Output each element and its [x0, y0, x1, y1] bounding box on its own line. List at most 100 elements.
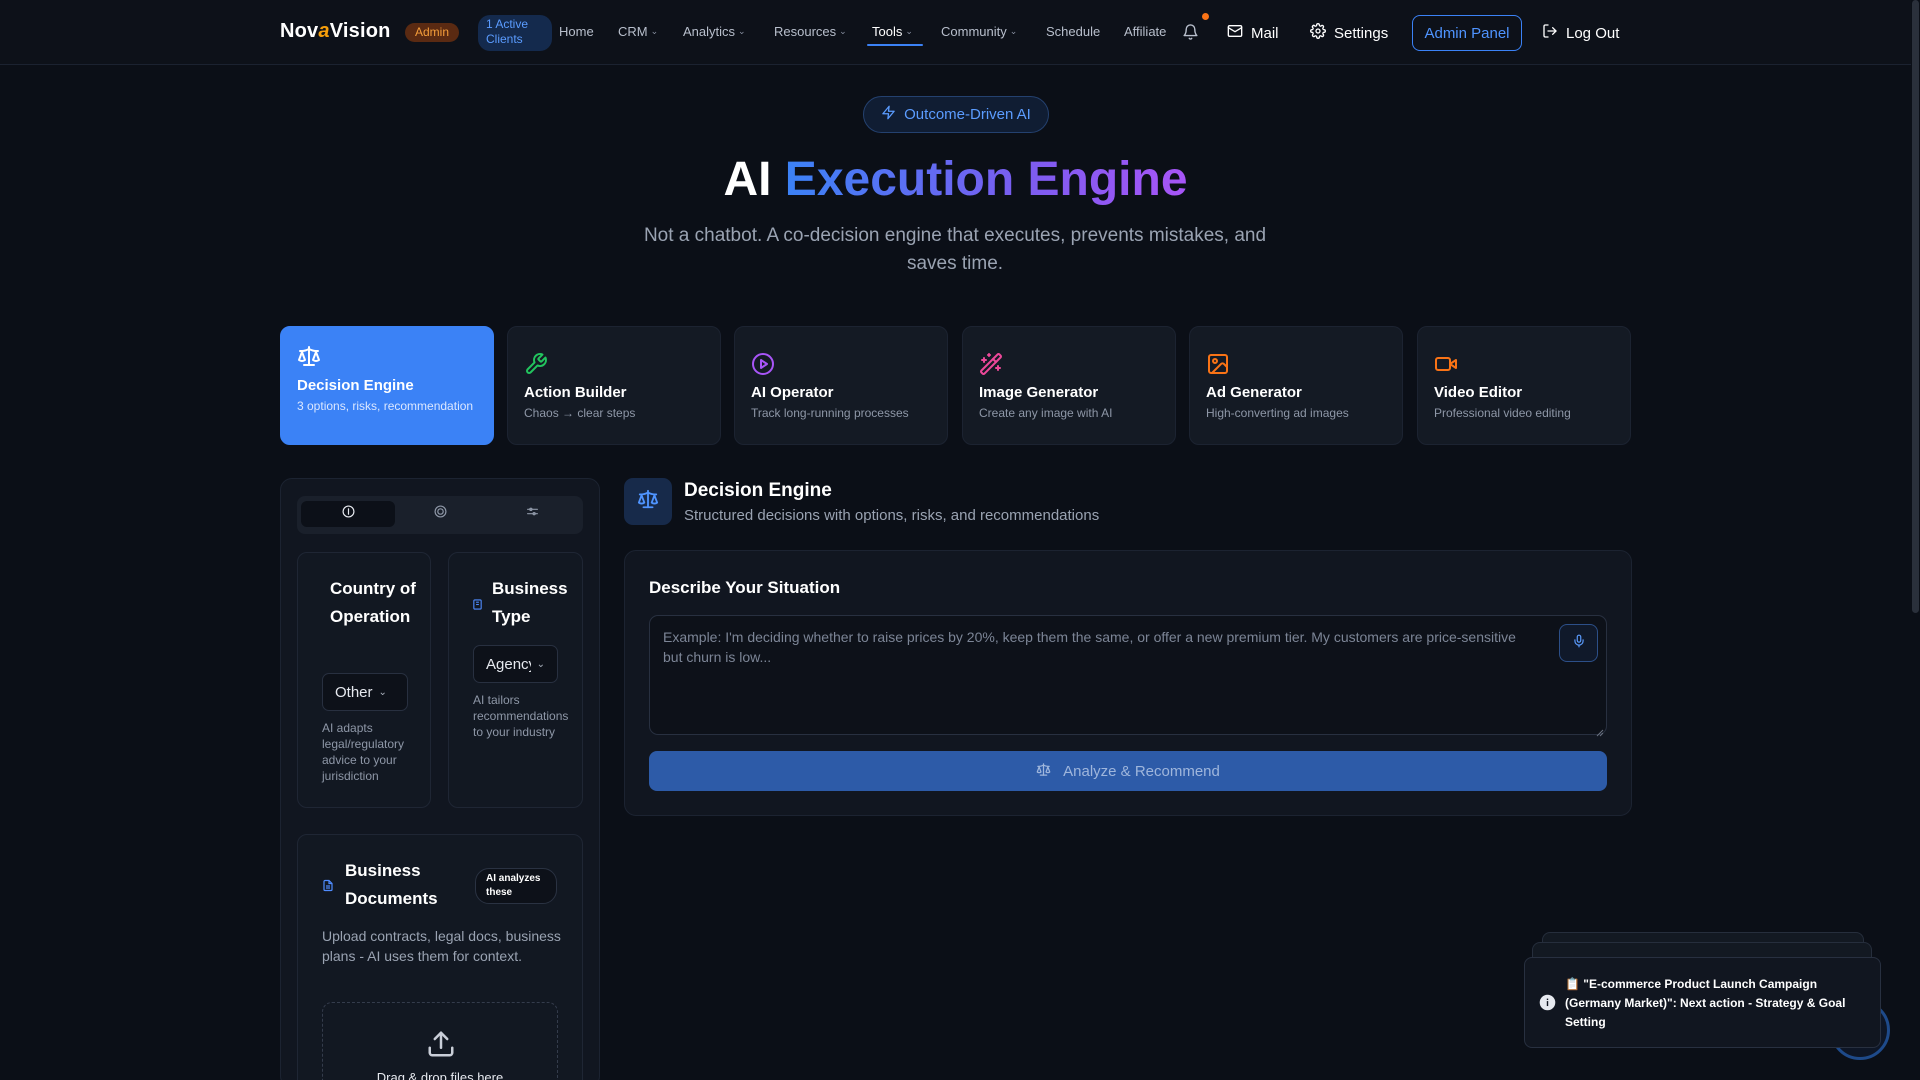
target-icon [433, 505, 447, 523]
business-type-select[interactable]: Agency ⌄ [473, 645, 558, 683]
magic-wand-icon [979, 352, 1003, 376]
lightning-icon [881, 105, 896, 124]
logout-label: Log Out [1566, 24, 1620, 42]
settings-label: Settings [1334, 24, 1389, 42]
tool-card-ai-operator[interactable]: AI Operator Track long-running processes [734, 326, 948, 445]
building-icon [472, 598, 483, 616]
tool-card-ad-generator[interactable]: Ad Generator High-converting ad images [1189, 326, 1403, 445]
logout-icon [1542, 23, 1558, 43]
clipboard-emoji: 📋 [1565, 977, 1580, 991]
analyze-recommend-button[interactable]: Analyze & Recommend [649, 751, 1607, 791]
ai-analyzes-badge: AI analyzes these [475, 868, 557, 904]
mail-icon [1227, 23, 1243, 43]
tab-target[interactable] [393, 501, 487, 527]
scale-icon [1036, 762, 1051, 781]
scale-icon [637, 488, 659, 515]
tool-name: Ad Generator [1206, 384, 1302, 401]
engine-title: Decision Engine [684, 480, 832, 501]
nav-label: Home [559, 24, 594, 39]
tool-name: Video Editor [1434, 384, 1523, 401]
nav-label: Analytics [683, 24, 736, 39]
active-nav-underline [867, 44, 923, 46]
nav-label: Affiliate [1124, 24, 1167, 39]
tool-card-image-generator[interactable]: Image Generator Create any image with AI [962, 326, 1176, 445]
country-hint: AI adapts legal/regulatory advice to you… [322, 721, 405, 783]
tool-name: Image Generator [979, 384, 1099, 401]
chevron-down-icon: ⌄ [1009, 26, 1018, 36]
pill-label: Outcome-Driven AI [904, 106, 1031, 123]
voice-input-button[interactable] [1559, 624, 1598, 662]
info-circle-icon [1539, 994, 1556, 1016]
admin-panel-button[interactable]: Admin Panel [1412, 15, 1522, 51]
nav-item-analytics[interactable]: Analytics ⌄ [683, 24, 746, 39]
mail-button[interactable]: Mail [1227, 23, 1279, 43]
country-select[interactable]: Other ⌄ [322, 673, 408, 711]
gear-icon [1310, 23, 1326, 43]
nav-item-schedule[interactable]: Schedule [1046, 24, 1100, 39]
play-circle-icon [751, 352, 775, 376]
bell-icon[interactable] [1182, 23, 1199, 46]
tool-desc: Chaos → clear steps [524, 406, 636, 420]
page-title: AI Execution Engine [0, 152, 1911, 207]
tool-desc: High-converting ad images [1206, 406, 1349, 420]
nav-item-tools[interactable]: Tools ⌄ [872, 24, 913, 39]
chevron-down-icon: ⌄ [905, 26, 913, 36]
business-type-select-value: Agency [486, 655, 531, 673]
wrench-icon [524, 352, 548, 376]
tool-card-action-builder[interactable]: Action Builder Chaos → clear steps [507, 326, 721, 445]
settings-button[interactable]: Settings [1310, 23, 1388, 43]
tool-name: Action Builder [524, 384, 627, 401]
nav-item-resources[interactable]: Resources ⌄ [774, 24, 847, 39]
notification-toast[interactable]: 📋 "E-commerce Product Launch Campaign (G… [1524, 957, 1881, 1048]
file-dropzone[interactable]: Drag & drop files here [322, 1002, 558, 1080]
chevron-down-icon: ⌄ [839, 26, 847, 36]
nav-item-home[interactable]: Home [559, 24, 594, 39]
tool-card-video-editor[interactable]: Video Editor Professional video editing [1417, 326, 1631, 445]
decision-engine-icon-box [624, 478, 672, 525]
nav-label: CRM [618, 24, 648, 39]
situation-textarea[interactable]: Example: I'm deciding whether to raise p… [649, 615, 1607, 735]
sidebar-tab-switcher [297, 496, 583, 534]
chevron-down-icon: ⌄ [738, 26, 746, 36]
resize-grip-icon[interactable] [1596, 724, 1604, 737]
logout-button[interactable]: Log Out [1542, 23, 1619, 43]
tool-name: Decision Engine [297, 377, 414, 394]
nav-item-affiliate[interactable]: Affiliate [1124, 24, 1166, 39]
country-title: Country of Operation [330, 579, 416, 626]
info-circle-icon [341, 505, 355, 523]
engine-subtitle: Structured decisions with options, risks… [684, 507, 1100, 524]
situation-title: Describe Your Situation [649, 578, 841, 597]
country-select-value: Other [335, 683, 373, 701]
tool-desc: Track long-running processes [751, 406, 909, 420]
brand-logo[interactable]: NovaVision [280, 20, 391, 43]
business-type-hint: AI tailors recommendations to your indus… [473, 693, 569, 739]
nav-label: Community [941, 24, 1007, 39]
upload-icon [426, 1029, 456, 1064]
brand-prefix: Nov [280, 20, 319, 42]
scale-icon [297, 344, 321, 368]
title-plain: AI [723, 153, 772, 206]
top-navbar: NovaVision Admin 1 Active Clients Home C… [0, 0, 1920, 65]
tab-info[interactable] [301, 501, 395, 527]
image-icon [1206, 352, 1230, 376]
nav-item-community[interactable]: Community ⌄ [941, 24, 1017, 39]
mail-label: Mail [1251, 24, 1279, 42]
document-icon [322, 878, 334, 898]
chevron-down-icon: ⌄ [378, 686, 387, 698]
nav-label: Schedule [1046, 24, 1101, 39]
tool-desc: Create any image with AI [979, 406, 1113, 420]
business-documents-title: Business Documents [345, 861, 438, 908]
sliders-icon [526, 505, 539, 523]
upload-description: Upload contracts, legal docs, business p… [322, 928, 561, 964]
video-icon [1434, 352, 1458, 376]
tool-card-decision-engine[interactable]: Decision Engine 3 options, risks, recomm… [280, 326, 494, 445]
business-type-title: Business Type [492, 579, 568, 626]
page-subtitle: Not a chatbot. A co-decision engine that… [643, 225, 1267, 274]
page-scrollbar-thumb[interactable] [1912, 0, 1919, 613]
active-clients-badge[interactable]: 1 Active Clients [478, 15, 552, 51]
nav-label: Tools [872, 24, 903, 39]
nav-item-crm[interactable]: CRM ⌄ [618, 24, 658, 39]
tab-filters[interactable] [485, 501, 579, 527]
admin-badge: Admin [405, 23, 460, 42]
toast-message: 📋 "E-commerce Product Launch Campaign (G… [1565, 975, 1865, 1032]
